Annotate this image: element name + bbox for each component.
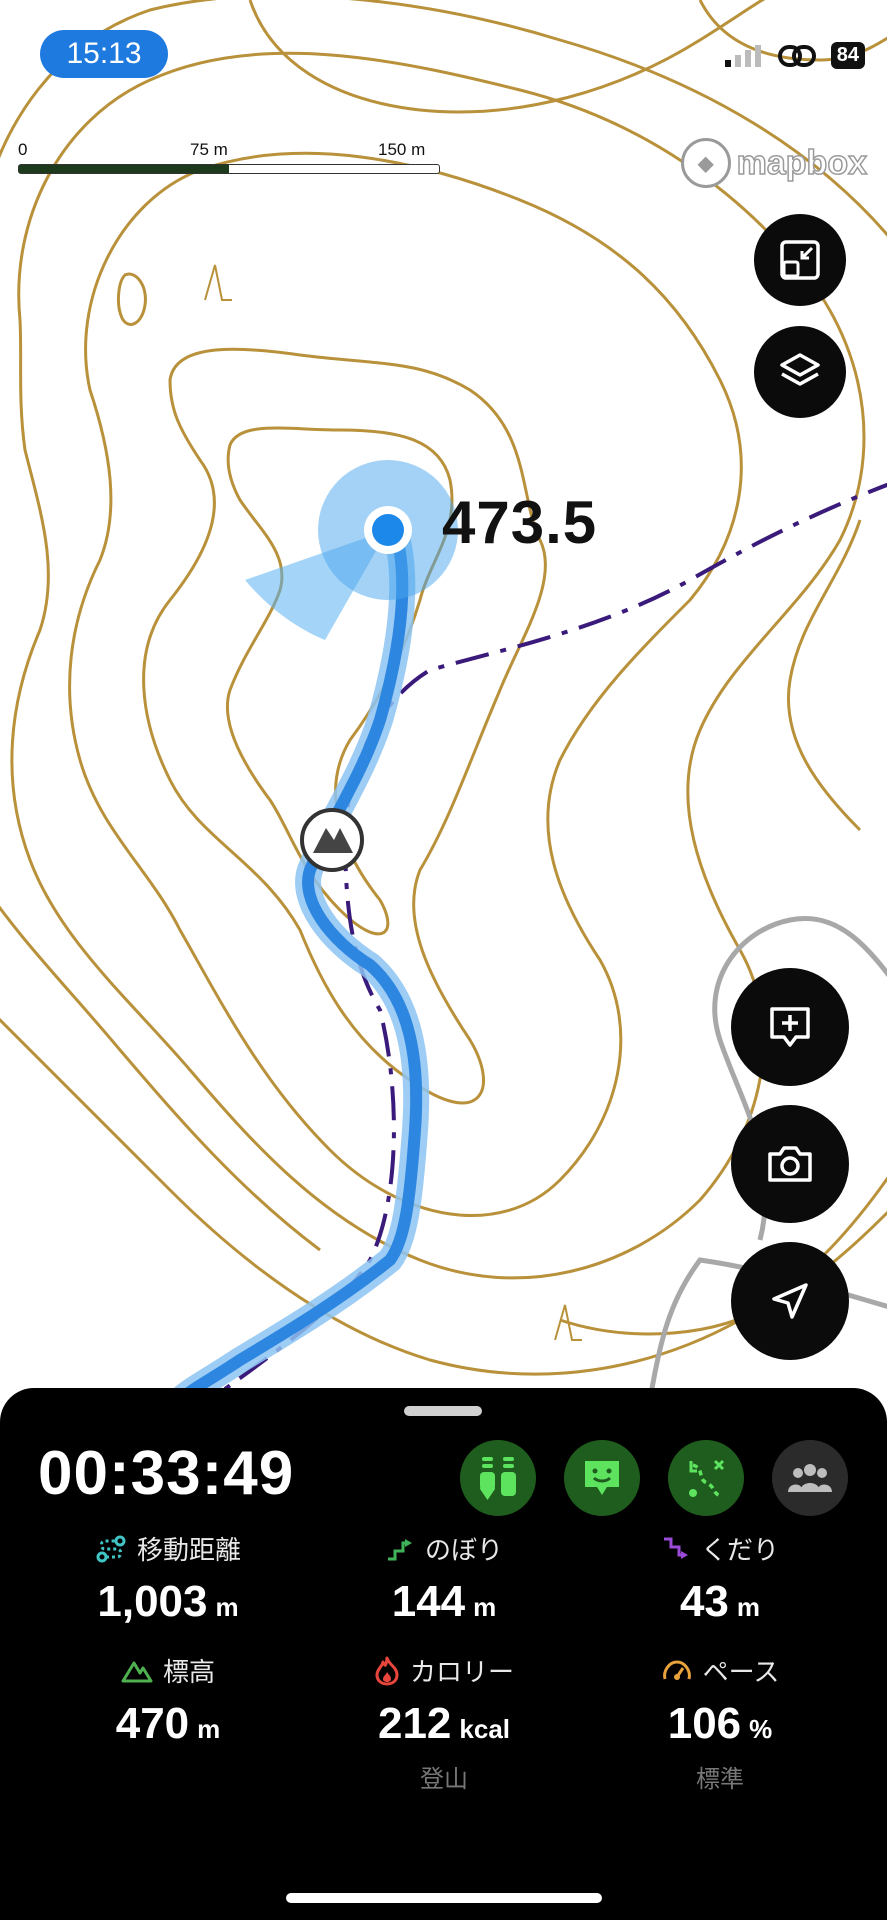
distance-icon <box>96 1535 126 1562</box>
stat-descent-unit: m <box>736 1592 761 1622</box>
stat-elevation: 標高 470 m <box>38 1652 298 1749</box>
add-note-icon <box>770 1007 810 1047</box>
mountain-icon <box>121 1661 153 1682</box>
stat-ascent-label: のぼり <box>424 1535 503 1565</box>
stat-descent-label: くだり <box>700 1535 779 1565</box>
stat-ascent-value: 144 <box>391 1577 466 1626</box>
face-button[interactable] <box>564 1440 640 1516</box>
route-button[interactable] <box>668 1440 744 1516</box>
hikers-icon <box>480 1457 516 1500</box>
summit-marker-icon[interactable] <box>300 808 364 872</box>
mapbox-mark-icon: ◆ <box>680 138 731 188</box>
locate-button[interactable] <box>731 1242 849 1360</box>
home-indicator[interactable] <box>286 1893 602 1903</box>
stat-calories-sub: 登山 <box>420 1766 468 1793</box>
stat-pace-unit: % <box>749 1714 773 1744</box>
stat-pace-value: 106 <box>667 1699 742 1748</box>
layers-button[interactable] <box>754 326 846 418</box>
status-time: 15:13 <box>40 30 168 78</box>
stat-elevation-unit: m <box>197 1714 221 1744</box>
layers-icon <box>780 353 820 386</box>
add-note-button[interactable] <box>731 968 849 1086</box>
locate-arrow-icon <box>772 1283 808 1319</box>
speedometer-icon <box>662 1659 691 1680</box>
stat-pace: ペース 106% 標準 <box>590 1652 850 1794</box>
link-icon <box>777 44 816 67</box>
signal-icon <box>724 44 761 67</box>
camera-button[interactable] <box>731 1105 849 1223</box>
face-icon <box>585 1461 619 1495</box>
elapsed-time: 00:33:49 <box>38 1439 295 1508</box>
mapbox-wordmark: mapbox <box>736 143 868 183</box>
stat-pace-label: ペース <box>702 1657 780 1687</box>
descent-icon <box>663 1537 688 1559</box>
sheet-handle[interactable] <box>404 1406 482 1416</box>
mapbox-logo[interactable]: ◆ mapbox <box>680 138 868 188</box>
route-icon <box>689 1459 725 1497</box>
stat-calories-label: カロリー <box>409 1657 514 1687</box>
stat-calories: カロリー 212 kcal 登山 <box>314 1652 574 1794</box>
scale-label-0: 0 <box>18 140 28 159</box>
flame-icon <box>375 1656 399 1685</box>
shrink-map-button[interactable] <box>754 214 846 306</box>
stat-descent: くだり 43 m <box>590 1530 850 1627</box>
stat-descent-value: 43 <box>679 1577 729 1626</box>
hikers-button[interactable] <box>460 1440 536 1516</box>
stat-distance-unit: m <box>215 1592 239 1622</box>
group-button[interactable] <box>772 1440 848 1516</box>
activity-panel[interactable]: 00:33:49 移動距離 1,003 m のぼり 144 m くだり 43 m… <box>0 1388 887 1920</box>
scale-label-75: 75 m <box>190 140 228 159</box>
stat-ascent: のぼり 144 m <box>314 1530 574 1627</box>
group-icon <box>788 1464 832 1492</box>
stat-distance: 移動距離 1,003 m <box>38 1530 298 1627</box>
shrink-icon <box>780 240 820 280</box>
stat-distance-value: 1,003 <box>97 1577 208 1626</box>
battery-level: 84 <box>830 42 865 69</box>
scale-bar: 0 75 m 150 m <box>18 140 440 174</box>
stat-pace-sub: 標準 <box>696 1766 744 1793</box>
status-icons: 84 <box>723 42 865 69</box>
stat-elevation-label: 標高 <box>162 1657 215 1687</box>
stat-ascent-unit: m <box>473 1592 497 1622</box>
summit-elevation-label: 473.5 <box>442 489 598 556</box>
ascent-icon <box>387 1538 412 1560</box>
stat-calories-value: 212 <box>377 1699 452 1748</box>
stat-elevation-value: 470 <box>115 1699 190 1748</box>
stat-distance-label: 移動距離 <box>136 1535 241 1565</box>
camera-icon <box>768 1146 812 1182</box>
current-location-dot <box>372 514 404 546</box>
scale-label-150: 150 m <box>378 140 426 159</box>
stat-calories-unit: kcal <box>459 1714 511 1744</box>
